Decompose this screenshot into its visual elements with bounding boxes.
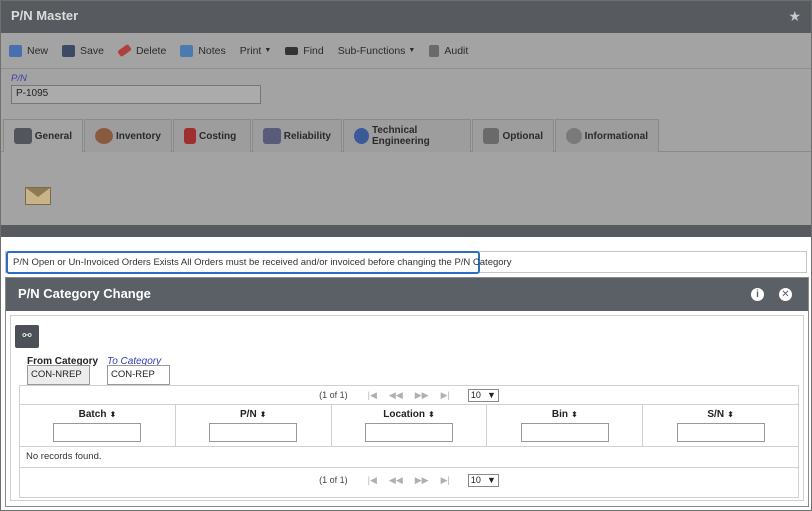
tab-bar: General Inventory Costing Reliability Te… bbox=[3, 119, 660, 152]
column-header-pn[interactable]: P/N ⬍ bbox=[240, 409, 266, 420]
informational-icon bbox=[566, 128, 582, 144]
reliability-icon bbox=[263, 128, 281, 144]
pn-field-group: P/N P-1095 bbox=[1, 69, 811, 115]
to-category-field[interactable]: CON-REP bbox=[107, 365, 170, 385]
bottom-pager: (1 of 1) |◀ ◀◀ ▶▶ ▶| 10 ▼ bbox=[20, 468, 798, 492]
sub-functions-menu[interactable]: Sub-Functions ▼ bbox=[338, 45, 416, 57]
previous-page-icon[interactable]: ◀◀ bbox=[389, 475, 403, 486]
sort-icon: ⬍ bbox=[570, 410, 578, 419]
tab-inventory[interactable]: Inventory bbox=[84, 119, 172, 152]
pn-master-window: P/N Master ★ New Save Delete Notes Print bbox=[1, 1, 811, 237]
records-grid: (1 of 1) |◀ ◀◀ ▶▶ ▶| 10▼ Batch⬍ P/N⬍ bbox=[19, 385, 799, 498]
column-bin: Bin ⬍ bbox=[487, 405, 644, 446]
sn-filter-input[interactable] bbox=[676, 423, 765, 442]
tab-reliability[interactable]: Reliability bbox=[252, 119, 342, 152]
binoculars-icon bbox=[285, 46, 299, 55]
batch-filter-input[interactable] bbox=[53, 423, 142, 442]
new-icon bbox=[9, 44, 22, 57]
bin-filter-input[interactable] bbox=[520, 423, 609, 442]
first-page-icon[interactable]: |◀ bbox=[368, 390, 377, 401]
new-button[interactable]: New bbox=[9, 44, 48, 57]
envelope-icon[interactable] bbox=[25, 187, 51, 205]
audit-button[interactable]: Audit bbox=[429, 44, 468, 57]
chevron-down-icon: ▼ bbox=[264, 47, 272, 54]
close-icon[interactable]: ✕ bbox=[779, 288, 792, 301]
column-pn: P/N ⬍ bbox=[176, 405, 332, 446]
tab-technical-engineering[interactable]: Technical Engineering bbox=[343, 119, 471, 152]
column-location: Location ⬍ bbox=[332, 405, 488, 446]
delete-icon bbox=[117, 43, 132, 58]
binoculars-icon[interactable]: ⚯ bbox=[15, 325, 39, 348]
tab-general[interactable]: General bbox=[3, 119, 83, 152]
page-indicator: (1 of 1) bbox=[319, 390, 348, 400]
rows-per-page-select[interactable]: 10 ▼ bbox=[467, 388, 499, 402]
info-icon[interactable]: i bbox=[751, 288, 764, 301]
top-pager: (1 of 1) |◀ ◀◀ ▶▶ ▶| 10 ▼ bbox=[20, 386, 798, 405]
sort-icon: ⬍ bbox=[259, 410, 267, 419]
location-filter-input[interactable] bbox=[364, 423, 453, 442]
chevron-down-icon: ▼ bbox=[486, 390, 496, 400]
next-page-icon[interactable]: ▶▶ bbox=[415, 390, 429, 401]
notes-button[interactable]: Notes bbox=[180, 44, 226, 57]
dialog-body: ⚯ From Category To Category CON-NREP CON… bbox=[10, 315, 804, 501]
column-sn: S/N ⬍ bbox=[643, 405, 798, 446]
app-frame: P/N Master ★ New Save Delete Notes Print bbox=[0, 0, 812, 511]
last-page-icon[interactable]: ▶| bbox=[441, 475, 450, 486]
category-change-dialog: P/N Category Change i ✕ ⚯ From Category … bbox=[5, 277, 809, 507]
rows-per-page-select[interactable]: 10 ▼ bbox=[467, 473, 499, 487]
sort-icon: ⬍ bbox=[727, 410, 734, 419]
chevron-down-icon: ▼ bbox=[486, 475, 496, 485]
notes-icon bbox=[180, 44, 194, 57]
save-icon bbox=[62, 44, 76, 57]
delete-button[interactable]: Delete bbox=[117, 43, 166, 58]
sort-icon: ⬍ bbox=[109, 410, 117, 419]
find-button[interactable]: Find bbox=[285, 45, 324, 57]
sort-icon: ⬍ bbox=[427, 410, 435, 419]
pn-label: P/N bbox=[11, 73, 27, 84]
general-icon bbox=[14, 128, 32, 144]
tab-costing[interactable]: Costing bbox=[173, 119, 251, 152]
tab-optional[interactable]: Optional bbox=[472, 119, 554, 152]
next-page-icon[interactable]: ▶▶ bbox=[415, 475, 429, 486]
inventory-icon bbox=[95, 128, 113, 144]
tab-informational[interactable]: Informational bbox=[555, 119, 659, 152]
favorite-star-icon[interactable]: ★ bbox=[788, 8, 801, 25]
previous-page-icon[interactable]: ◀◀ bbox=[389, 390, 403, 401]
empty-records-message: No records found. bbox=[20, 447, 798, 468]
message-bar: P/N Open or Un-Invoiced Orders Exists Al… bbox=[5, 251, 807, 274]
optional-icon bbox=[483, 128, 500, 144]
window-bottom-bar bbox=[1, 225, 811, 237]
chevron-down-icon: ▼ bbox=[408, 47, 416, 54]
page-indicator: (1 of 1) bbox=[319, 475, 348, 485]
error-message: P/N Open or Un-Invoiced Orders Exists Al… bbox=[6, 251, 511, 274]
audit-icon bbox=[429, 44, 440, 57]
print-menu[interactable]: Print ▼ bbox=[240, 45, 272, 57]
column-header-batch[interactable]: Batch ⬍ bbox=[79, 409, 117, 420]
last-page-icon[interactable]: ▶| bbox=[441, 390, 450, 401]
column-header-sn[interactable]: S/N ⬍ bbox=[707, 409, 733, 420]
window-titlebar: P/N Master ★ bbox=[1, 1, 811, 33]
pn-input[interactable]: P-1095 bbox=[11, 85, 261, 104]
column-batch: Batch ⬍ bbox=[20, 405, 176, 446]
dialog-header: P/N Category Change i ✕ bbox=[6, 278, 808, 311]
dialog-title: P/N Category Change bbox=[18, 286, 151, 301]
window-title: P/N Master bbox=[11, 8, 79, 23]
from-category-field: CON-NREP bbox=[27, 365, 90, 385]
column-header-location[interactable]: Location ⬍ bbox=[383, 409, 434, 420]
costing-icon bbox=[184, 128, 196, 144]
pn-filter-input[interactable] bbox=[209, 423, 298, 442]
save-button[interactable]: Save bbox=[62, 44, 104, 57]
technical-engineering-icon bbox=[354, 128, 369, 144]
grid-header: Batch ⬍ P/N ⬍ Location ⬍ Bin ⬍ S/N ⬍ bbox=[20, 405, 798, 447]
first-page-icon[interactable]: |◀ bbox=[368, 475, 377, 486]
column-header-bin[interactable]: Bin ⬍ bbox=[552, 409, 578, 420]
toolbar: New Save Delete Notes Print ▼ Find Sub-F… bbox=[1, 33, 811, 69]
